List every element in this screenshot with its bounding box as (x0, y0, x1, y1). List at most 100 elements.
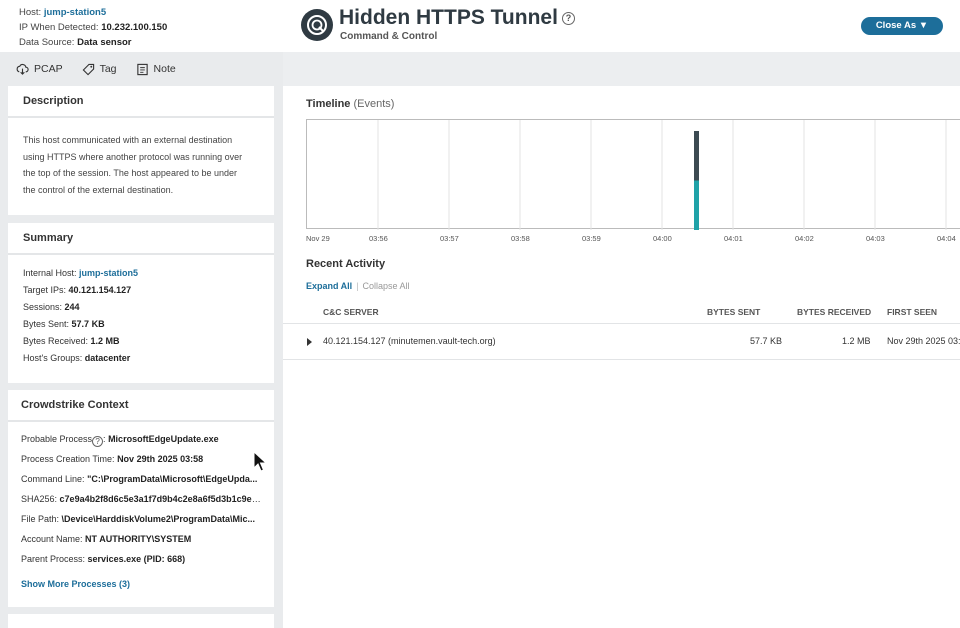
action-toolbar: PCAP Tag Note (0, 52, 283, 86)
event-bar[interactable] (694, 180, 699, 231)
first-seen-cell: Nov 29th 2025 03: (887, 336, 960, 346)
note-icon (136, 63, 148, 75)
cs-value: c7e9a4b2f8d6c5e3a1f7d9b4c2e8a6f5d3b1c9e7… (59, 494, 262, 504)
expand-controls: Expand All | Collapse All (306, 281, 410, 291)
download-cloud-icon (16, 63, 29, 75)
page-title-text: Hidden HTTPS Tunnel (339, 6, 558, 29)
summary-heading: Summary (8, 223, 274, 255)
right-panel: Hidden HTTPS Tunnel? Command & Control C… (283, 0, 960, 628)
help-icon[interactable]: ? (561, 12, 575, 25)
page-title: Hidden HTTPS Tunnel? (339, 6, 575, 30)
crowdstrike-body: Probable Process?: MicrosoftEdgeUpdate.e… (8, 422, 274, 593)
summary-label: Host's Groups: (23, 353, 83, 363)
table-row[interactable]: 40.121.154.127 (minutemen.vault-tech.org… (283, 324, 960, 360)
tick-label: Nov 29 (306, 234, 330, 243)
summary-row: Target IPs: 40.121.154.127 (23, 282, 259, 299)
activity-table-header: C&C SERVER BYTES SENT BYTES RECEIVED FIR… (283, 300, 960, 324)
cs-value: MicrosoftEdgeUpdate.exe (108, 434, 219, 444)
left-panel: Host: jump-station5 IP When Detected: 10… (0, 0, 283, 628)
tick-label: 04:00 (653, 234, 672, 243)
server-cell: 40.121.154.127 (minutemen.vault-tech.org… (323, 336, 496, 346)
host-label: Host: (19, 7, 42, 18)
crowdstrike-heading: Crowdstrike Context (8, 390, 274, 422)
expand-all-link[interactable]: Expand All (306, 281, 352, 291)
source-value: Data sensor (77, 37, 132, 48)
show-more-processes-link[interactable]: Show More Processes (3) (21, 576, 130, 593)
cs-label: Account Name: (21, 534, 83, 544)
summary-label: Sessions: (23, 302, 63, 312)
tick-label: 04:01 (724, 234, 743, 243)
column-header-bytes-received[interactable]: BYTES RECEIVED (797, 307, 871, 317)
cs-row: Command Line: "C:\ProgramData\Microsoft\… (21, 469, 262, 489)
tick-label: 04:03 (866, 234, 885, 243)
column-header-bytes-sent[interactable]: BYTES SENT (707, 307, 760, 317)
internal-host-link[interactable]: jump-station5 (79, 268, 138, 278)
source-label: Data Source: (19, 37, 75, 48)
cs-row: SHA256: c7e9a4b2f8d6c5e3a1f7d9b4c2e8a6f5… (21, 489, 262, 509)
summary-value: 57.7 KB (71, 319, 105, 329)
cs-value: NT AUTHORITY\SYSTEM (85, 534, 192, 544)
detection-header: Hidden HTTPS Tunnel? Command & Control C… (283, 0, 960, 52)
description-heading: Description (8, 86, 274, 118)
summary-row: Bytes Received: 1.2 MB (23, 333, 259, 350)
tag-label: Tag (99, 63, 117, 75)
column-header-server[interactable]: C&C SERVER (323, 307, 379, 317)
tag-icon (82, 63, 94, 75)
event-bar[interactable] (694, 131, 699, 181)
summary-row: Host's Groups: datacenter (23, 350, 259, 367)
main-content: Timeline (Events) Nov 29 03:56 03:57 03:58 0… (283, 86, 960, 628)
timeline-axis: Nov 29 03:56 03:57 03:58 03:59 04:00 04:01 04:0… (306, 234, 960, 246)
tick-label: 03:56 (369, 234, 388, 243)
description-line: using HTTPS where another protocol was r… (23, 151, 243, 162)
summary-value: 244 (64, 302, 80, 312)
cs-value: services.exe (PID: 668) (87, 554, 186, 564)
crowdstrike-card: Crowdstrike Context Probable Process?: M… (8, 390, 274, 607)
description-line: the top of the session. The host appeare… (23, 168, 237, 178)
summary-label: Internal Host: (23, 268, 77, 278)
summary-value: datacenter (84, 353, 131, 363)
mouse-cursor-icon (253, 451, 267, 472)
timeline-title: Timeline (Events) (306, 98, 394, 110)
cs-row: Account Name: NT AUTHORITY\SYSTEM (21, 529, 262, 549)
column-header-first-seen[interactable]: FIRST SEEN (887, 307, 937, 317)
ip-label: IP When Detected: (19, 22, 99, 33)
cs-row: File Path: \Device\HarddiskVolume2\Progr… (21, 509, 262, 529)
description-card: Description This host communicated with … (8, 86, 274, 215)
pcap-label: PCAP (34, 63, 63, 75)
cs-label: Process Creation Time: (21, 454, 115, 464)
close-as-button[interactable]: Close As ▼ (861, 17, 943, 35)
help-icon[interactable]: ? (92, 436, 104, 447)
bytes-received-cell: 1.2 MB (842, 336, 871, 346)
summary-row: Internal Host: jump-station5 (23, 265, 259, 282)
summary-label: Bytes Sent: (23, 319, 70, 329)
close-as-label: Close As (875, 20, 917, 31)
note-button[interactable]: Note (136, 63, 176, 76)
cs-value: \Device\HarddiskVolume2\ProgramData\Mic.… (61, 514, 255, 524)
summary-card: Summary Internal Host: jump-station5 Tar… (8, 223, 274, 383)
pcap-button[interactable]: PCAP (16, 63, 63, 76)
timeline-chart[interactable] (306, 119, 960, 231)
description-text: This host communicated with an external … (8, 118, 274, 210)
summary-value: 40.121.154.127 (68, 285, 132, 295)
cs-label: SHA256: (21, 494, 58, 504)
cs-value: Nov 29th 2025 03:58 (117, 454, 204, 464)
host-link[interactable]: jump-station5 (44, 7, 106, 18)
cs-value: "C:\ProgramData\Microsoft\EdgeUpda... (87, 474, 258, 484)
summary-label: Target IPs: (23, 285, 67, 295)
cs-label: Command Line: (21, 474, 85, 484)
recent-activity-title: Recent Activity (306, 258, 386, 270)
cs-label: Probable Process (21, 434, 93, 444)
page-subtitle: Command & Control (340, 31, 438, 42)
collapse-all-link[interactable]: Collapse All (363, 281, 410, 291)
tick-label: 04:04 (937, 234, 956, 243)
tick-label: 04:02 (795, 234, 814, 243)
ip-value: 10.232.100.150 (101, 22, 168, 33)
summary-label: Bytes Received: (23, 336, 89, 346)
description-line: the control of the external destination. (23, 184, 174, 195)
detection-type-icon (301, 9, 333, 41)
expand-separator: | (356, 281, 359, 291)
summary-row: Bytes Sent: 57.7 KB (23, 316, 259, 333)
tag-button[interactable]: Tag (82, 63, 117, 76)
tick-label: 03:57 (440, 234, 459, 243)
expand-row-icon[interactable] (307, 338, 312, 346)
